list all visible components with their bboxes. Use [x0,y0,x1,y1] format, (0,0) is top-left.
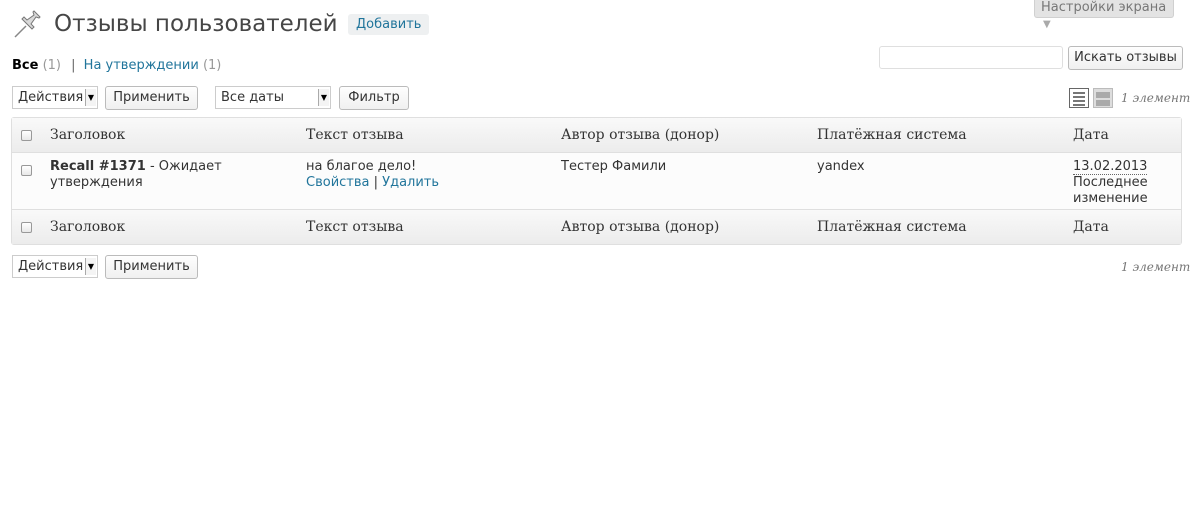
search-input[interactable] [879,46,1063,69]
screen-options-label: Настройки экрана [1041,0,1167,15]
view-pending-count: (1) [202,58,222,73]
bulk-actions-select-bottom[interactable]: Действия ▼ [12,255,98,278]
bulk-actions-select-top[interactable]: Действия ▼ [12,86,98,109]
pushpin-icon [14,10,41,38]
column-text-footer: Текст отзыва [306,219,404,235]
page-title: Отзывы пользователей [54,11,338,37]
row-checkbox[interactable] [21,165,32,176]
delete-link[interactable]: Удалить [382,175,439,190]
row-author: Тестер Фамили [561,159,667,174]
column-text-header: Текст отзыва [306,127,404,143]
properties-link[interactable]: Свойства [306,175,370,190]
add-new-button[interactable]: Добавить [348,14,430,35]
filter-button[interactable]: Фильтр [339,86,409,110]
dropdown-caret-icon: ▼ [85,89,96,106]
column-date-footer[interactable]: Дата [1073,219,1109,235]
apply-button-top[interactable]: Применить [105,86,198,110]
row-title-cell: Recall #1371 - Ожидает утверждения [50,159,250,191]
item-count-bottom: 1 элемент [1121,260,1191,274]
row-title-link[interactable]: Recall #1371 [50,159,146,174]
chevron-down-icon: ▼ [1043,19,1051,30]
column-payment-footer: Платёжная система [817,219,967,235]
table-row: Recall #1371 - Ожидает утверждения на бл… [12,153,1181,210]
row-date-note: Последнее изменение [1073,175,1148,206]
status-views: Все (1) | На утверждении (1) [12,58,221,74]
date-filter-value: Все даты [221,90,284,105]
search-button[interactable]: Искать отзывы [1068,46,1183,70]
table-footer: Заголовок Текст отзыва Автор отзыва (дон… [12,209,1181,244]
row-date-cell: 13.02.2013 Последнее изменение [1073,159,1173,207]
row-actions: Свойства | Удалить [306,175,546,191]
column-author-footer: Автор отзыва (донор) [561,219,720,235]
row-actions-separator: | [373,175,379,190]
view-all-count: (1) [42,58,61,73]
item-count-top: 1 элемент [1121,91,1191,105]
select-all-checkbox-footer[interactable] [21,222,32,233]
column-title-header[interactable]: Заголовок [50,127,125,143]
column-date-header[interactable]: Дата [1073,127,1109,143]
row-date: 13.02.2013 [1073,159,1148,175]
view-pending-link[interactable]: На утверждении [84,58,199,73]
select-all-checkbox[interactable] [21,130,32,141]
screen-options-button[interactable]: Настройки экрана ▼ [1034,0,1174,30]
excerpt-view-icon[interactable] [1093,88,1113,108]
bulk-actions-value-bottom: Действия [18,259,84,274]
dropdown-caret-icon: ▼ [85,258,96,275]
table-header: Заголовок Текст отзыва Автор отзыва (дон… [12,118,1181,153]
apply-button-bottom[interactable]: Применить [105,255,198,279]
dropdown-caret-icon: ▼ [318,89,329,106]
row-payment: yandex [817,159,865,174]
column-author-header: Автор отзыва (донор) [561,127,720,143]
recalls-table: Заголовок Текст отзыва Автор отзыва (дон… [11,117,1182,245]
date-filter-select[interactable]: Все даты ▼ [215,86,331,109]
view-all-link[interactable]: Все [12,58,38,73]
row-text-cell: на благое дело! Свойства | Удалить [306,159,546,191]
list-view-icon[interactable] [1069,88,1089,108]
column-title-footer[interactable]: Заголовок [50,219,125,235]
column-payment-header: Платёжная система [817,127,967,143]
view-separator: | [71,58,76,73]
row-text: на благое дело! [306,159,417,174]
bulk-actions-value: Действия [18,90,84,105]
